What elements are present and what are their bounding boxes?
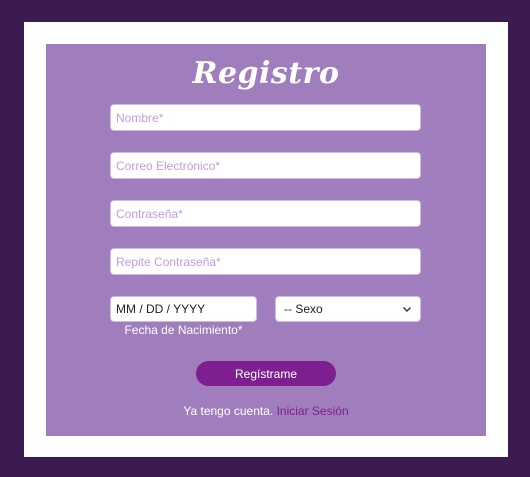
page-title: Registro [192,56,340,91]
birthdate-label: Fecha de Nacimiento* [124,323,243,337]
repeat-password-field[interactable] [110,248,421,275]
email-field[interactable] [110,152,421,179]
login-prompt-text: Ya tengo cuenta. [183,404,274,418]
chevron-down-icon [403,307,411,312]
sex-select[interactable]: -- Sexo [275,296,421,322]
login-prompt-row: Ya tengo cuenta. Iniciar Sesión [46,404,486,418]
password-field[interactable] [110,200,421,227]
sex-selected-value: -- Sexo [284,302,323,316]
registration-panel: Registro MM / DD / YYYY -- Sexo Fecha de… [46,44,486,436]
birthdate-value: MM / DD / YYYY [116,302,206,316]
birthdate-field[interactable]: MM / DD / YYYY [110,296,257,322]
name-field[interactable] [110,104,421,131]
register-button[interactable]: Regístrame [196,361,336,386]
login-link[interactable]: Iniciar Sesión [277,404,349,418]
